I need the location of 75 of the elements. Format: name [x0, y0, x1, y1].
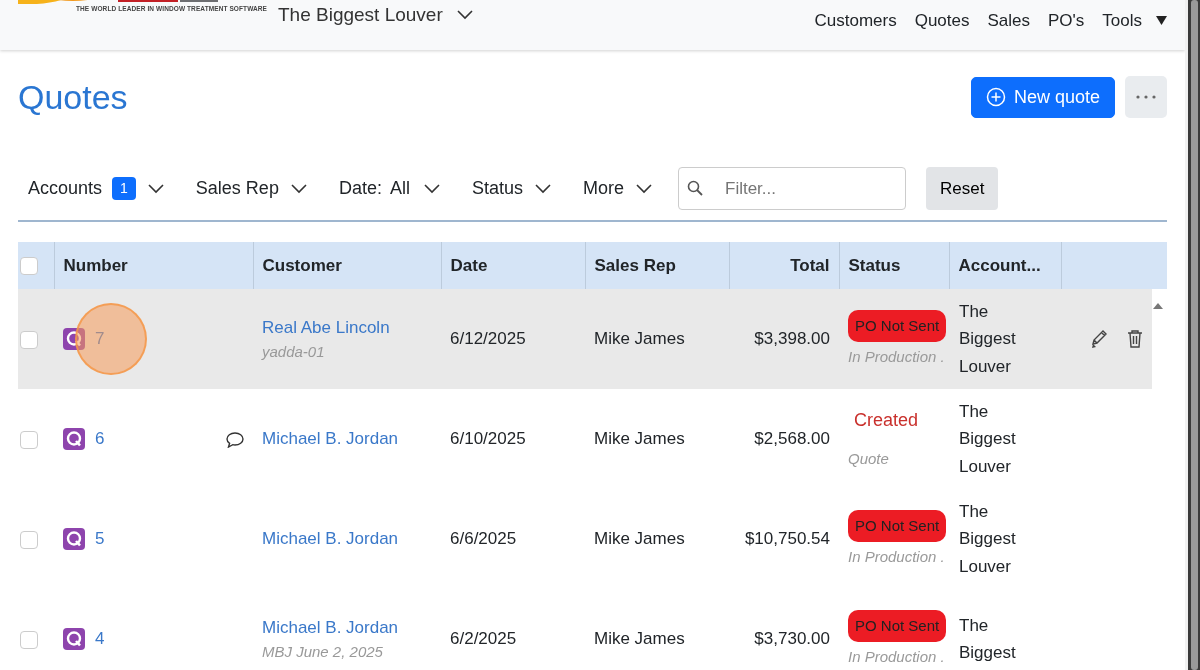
trash-icon[interactable] [1126, 329, 1144, 349]
date-text: 6/12/2025 [450, 329, 526, 349]
filter-dropdown[interactable]: Status [461, 167, 561, 210]
quote-number-link[interactable]: 6 [95, 426, 105, 452]
new-quote-button[interactable]: New quote [970, 76, 1115, 118]
column-header[interactable]: Customer [262, 255, 342, 275]
reset-button[interactable]: Reset [926, 167, 999, 210]
account-text: The Biggest Louver [959, 301, 1017, 378]
search-icon [687, 180, 703, 196]
quote-icon [63, 428, 85, 450]
status-detail: In Production . [848, 647, 946, 667]
sales-rep-text: Mike James [594, 429, 685, 449]
status-badge: PO Not Sent [848, 609, 947, 642]
row-checkbox[interactable] [20, 330, 38, 349]
status-text: Created [853, 409, 919, 433]
count-badge: 1 [112, 177, 136, 200]
nav-link-item[interactable]: Sales [987, 8, 1030, 34]
column-header[interactable]: Number [63, 255, 128, 275]
sales-rep-text: Mike James [594, 629, 685, 649]
status-detail: In Production . [848, 547, 946, 567]
select-all-checkbox[interactable] [20, 257, 38, 276]
chevron-icon [636, 183, 652, 194]
quote-icon [63, 328, 85, 350]
row-checkbox[interactable] [20, 630, 38, 649]
filter-dropdown[interactable]: Accounts 1 [18, 167, 174, 210]
chevron-icon [456, 10, 473, 21]
account-text: The Biggest Louver [959, 501, 1017, 578]
chevron-icon [147, 183, 164, 194]
chevron-icon [535, 183, 551, 194]
row-checkbox[interactable] [20, 430, 38, 449]
customer-link[interactable]: Michael B. Jordan [262, 526, 432, 552]
account-selector[interactable]: The Biggest Louver [278, 1, 473, 30]
plus-circle-icon [985, 87, 1006, 107]
filter-search-field[interactable]: Filter... [678, 167, 906, 210]
chevron-icon [290, 183, 307, 194]
quote-number-link[interactable]: 4 [95, 626, 105, 652]
total-text: $2,568.00 [754, 429, 830, 449]
customer-note: MBJ June 2, 2025 [262, 641, 384, 662]
sales-rep-text: Mike James [594, 529, 685, 549]
quote-icon [63, 528, 85, 550]
nav-link-item[interactable]: Tools [1102, 8, 1167, 34]
nav-link-item[interactable]: PO's [1048, 8, 1085, 34]
date-text: 6/6/2025 [450, 529, 517, 549]
page-title: Quotes [18, 76, 128, 118]
row-checkbox[interactable] [20, 530, 38, 549]
filter-dropdown[interactable]: Sales Rep [185, 167, 317, 210]
scrollbar[interactable] [1185, 0, 1200, 670]
nav-link-item[interactable]: Customers [814, 8, 897, 34]
customer-link[interactable]: Michael B. Jordan [262, 426, 432, 452]
total-text: $3,730.00 [754, 629, 830, 649]
more-options-button[interactable] [1125, 76, 1167, 118]
customer-note: yadda-01 [262, 341, 326, 362]
date-text: 6/2/2025 [450, 629, 517, 649]
customer-link[interactable]: Real Abe Lincoln [262, 315, 432, 341]
account-text: The Biggest Louver [959, 401, 1017, 478]
filter-dropdown[interactable]: Date: All [328, 167, 450, 210]
caret-icon [1156, 16, 1167, 26]
column-header[interactable]: Date [450, 255, 488, 275]
quote-number-link[interactable]: 5 [95, 526, 105, 552]
customer-link[interactable]: Michael B. Jordan [262, 615, 432, 641]
quote-icon [63, 628, 85, 650]
status-badge: PO Not Sent [848, 509, 947, 542]
total-text: $10,750.54 [744, 529, 830, 549]
account-text: The Biggest [959, 614, 1017, 664]
ellipsis-icon [1136, 95, 1156, 99]
nav-link-item[interactable]: Quotes [914, 8, 970, 34]
status-detail: In Production . [848, 347, 946, 367]
status-detail: Quote [848, 449, 890, 470]
filter-dropdown[interactable]: More [573, 167, 662, 210]
total-text: $3,398.00 [754, 329, 830, 349]
status-badge: PO Not Sent [848, 309, 947, 342]
date-text: 6/10/2025 [450, 429, 526, 449]
sales-rep-text: Mike James [594, 329, 685, 349]
chevron-icon [423, 183, 440, 194]
column-header[interactable]: Total [790, 255, 830, 275]
